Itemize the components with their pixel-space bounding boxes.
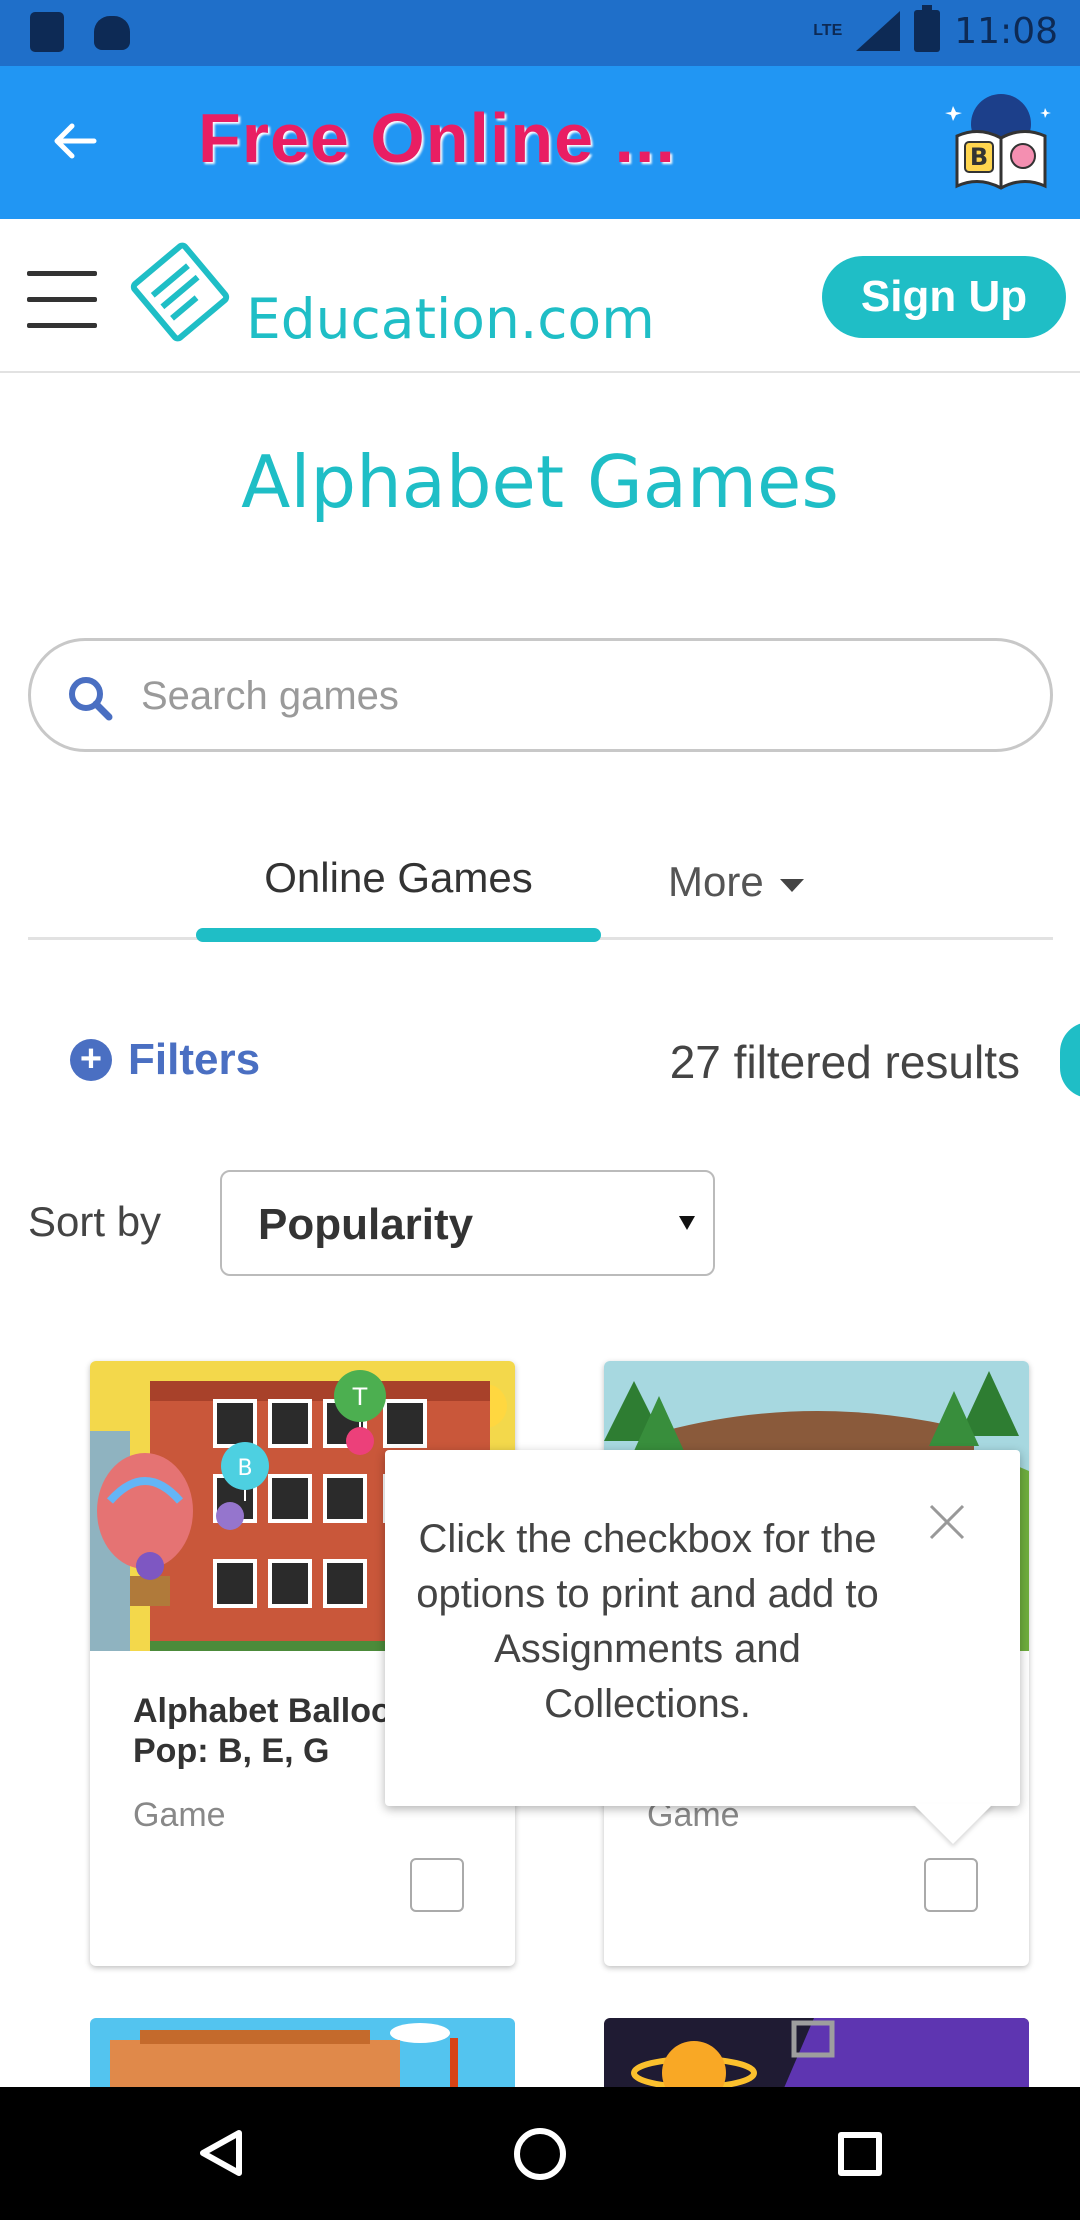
menu-button[interactable] — [27, 271, 97, 331]
active-tab-indicator — [196, 928, 601, 942]
dropdown-arrow-icon — [679, 1216, 695, 1230]
sort-value: Popularity — [258, 1200, 474, 1249]
app-title: Free Online ... — [198, 99, 676, 177]
filters-button[interactable]: + Filters — [70, 1035, 260, 1085]
tooltip-popover: Click the checkbox for the options to pr… — [385, 1450, 1020, 1844]
game-card[interactable] — [604, 2018, 1029, 2088]
system-nav-bar — [0, 2087, 1080, 2220]
nav-home-icon[interactable] — [514, 2128, 566, 2180]
tab-bar: Online Games More — [28, 840, 1053, 942]
tab-online-games[interactable]: Online Games — [196, 854, 601, 902]
results-count: 27 filtered results — [669, 1036, 1020, 1088]
tab-more-label: More — [668, 858, 764, 905]
nav-back-icon[interactable] — [195, 2127, 247, 2179]
side-panel-tab[interactable] — [1060, 1022, 1080, 1098]
search-icon — [69, 677, 113, 721]
signal-icon — [856, 11, 901, 51]
tooltip-text: Click the checkbox for the options to pr… — [416, 1517, 879, 1726]
sort-select[interactable]: Popularity — [220, 1170, 715, 1276]
plus-circle-icon: + — [70, 1039, 112, 1081]
search-input[interactable] — [141, 661, 1021, 731]
hamburger-icon — [27, 271, 97, 276]
android-debug-icon — [94, 16, 130, 50]
back-arrow-icon — [54, 123, 97, 159]
search-bar[interactable] — [28, 638, 1053, 752]
back-button[interactable] — [40, 106, 110, 176]
network-type-label: LTE — [813, 22, 843, 39]
caret-down-icon — [779, 878, 804, 892]
sd-card-icon — [30, 12, 64, 52]
game-thumbnail — [110, 2023, 458, 2088]
nav-recent-icon[interactable] — [838, 2132, 882, 2176]
balloon-letter-b: B — [237, 1456, 252, 1481]
game-card[interactable] — [90, 2018, 515, 2088]
game-thumbnail — [631, 2018, 1029, 2088]
tab-more[interactable]: More — [668, 858, 804, 906]
app-bar: Free Online ... B — [0, 66, 1080, 219]
logo-letter: B — [970, 143, 988, 171]
card-checkbox[interactable] — [410, 1858, 464, 1912]
close-icon[interactable] — [925, 1500, 969, 1544]
status-bar: LTE 11:08 — [0, 0, 1080, 66]
site-header: Education.com Sign Up — [0, 219, 1080, 373]
tooltip-arrow — [913, 1804, 993, 1844]
balloon-letter-t: T — [352, 1383, 368, 1411]
sign-up-button[interactable]: Sign Up — [822, 256, 1066, 338]
sort-label: Sort by — [28, 1198, 162, 1245]
page-title: Alphabet Games — [241, 440, 839, 524]
brand-name[interactable]: Education.com — [246, 287, 655, 351]
card-checkbox[interactable] — [924, 1858, 978, 1912]
clock: 11:08 — [954, 10, 1058, 52]
education-logo-icon[interactable] — [125, 237, 235, 347]
app-logo-book-icon: B — [945, 94, 1051, 190]
card-type: Game — [133, 1796, 226, 1834]
filters-label: Filters — [128, 1035, 261, 1084]
battery-icon — [914, 5, 941, 52]
